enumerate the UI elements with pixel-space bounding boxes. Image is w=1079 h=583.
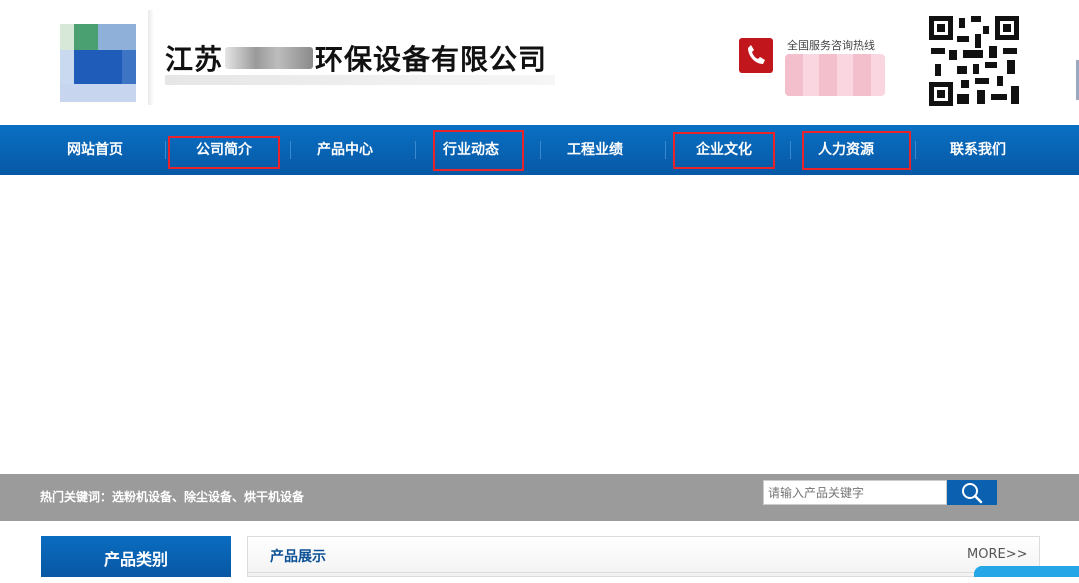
floating-service-tab[interactable] (974, 566, 1079, 577)
company-name-reflection (165, 75, 555, 85)
nav-item-hr[interactable]: 人力资源 (802, 125, 890, 175)
product-category-header: 产品类别 (41, 536, 231, 577)
search-button[interactable] (947, 480, 997, 505)
nav-item-about[interactable]: 公司简介 (168, 125, 280, 175)
divider (247, 572, 1040, 573)
nav-separator (665, 141, 666, 159)
company-logo[interactable] (60, 24, 136, 102)
nav-item-culture[interactable]: 企业文化 (673, 125, 775, 175)
company-name-prefix: 江苏 (165, 43, 224, 76)
site-header: 江苏 环保设备有限公司 全国服务咨询热线 (0, 0, 1079, 125)
blurred-name-segment (225, 47, 314, 69)
hot-keywords-list[interactable]: 选粉机设备、除尘设备、烘干机设备 (112, 490, 304, 504)
logo-divider (148, 10, 154, 105)
phone-icon (739, 38, 773, 73)
nav-separator (415, 141, 416, 159)
hot-keywords: 热门关键词：选粉机设备、除尘设备、烘干机设备 (40, 474, 304, 521)
nav-separator (165, 141, 166, 159)
hotline-number-blurred (785, 54, 885, 96)
search-input[interactable] (763, 480, 947, 505)
hot-keywords-label: 热门关键词： (40, 490, 113, 504)
banner-area (0, 175, 1079, 474)
nav-item-products[interactable]: 产品中心 (290, 125, 400, 175)
nav-item-industry-news[interactable]: 行业动态 (433, 125, 509, 175)
nav-item-projects[interactable]: 工程业绩 (540, 125, 650, 175)
main-nav: 网站首页 公司简介 产品中心 行业动态 工程业绩 企业文化 人力资源 联系我们 (0, 125, 1079, 175)
product-showcase-header (247, 536, 1040, 577)
search-icon (962, 482, 983, 503)
nav-item-contact[interactable]: 联系我们 (915, 125, 1041, 175)
nav-item-home[interactable]: 网站首页 (30, 125, 160, 175)
product-showcase-title: 产品展示 (270, 549, 326, 565)
more-link[interactable]: MORE>> (967, 547, 1027, 562)
hotline-label: 全国服务咨询热线 (787, 39, 875, 52)
company-name-suffix: 环保设备有限公司 (315, 43, 548, 76)
qrcode-image (927, 14, 1021, 108)
nav-separator (790, 141, 791, 159)
company-name: 江苏 环保设备有限公司 (165, 38, 547, 78)
